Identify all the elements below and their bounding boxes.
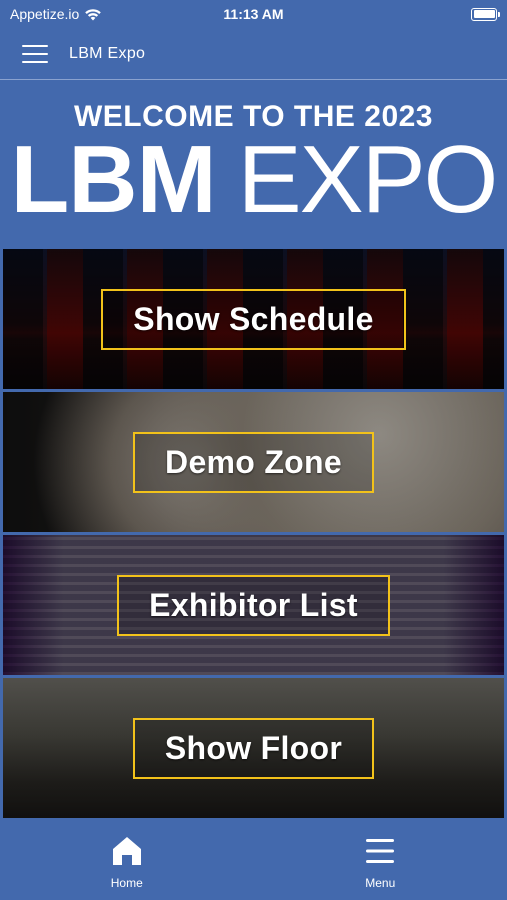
home-icon bbox=[112, 837, 141, 865]
tab-menu-label: Menu bbox=[365, 876, 396, 890]
tile-label: Show Floor bbox=[132, 717, 375, 779]
tile-demo-zone[interactable]: Demo Zone bbox=[3, 392, 504, 532]
bottom-tab-bar: Home Menu bbox=[0, 820, 507, 900]
wifi-icon bbox=[85, 8, 102, 20]
tile-exhibitor-list[interactable]: Exhibitor List bbox=[3, 535, 504, 675]
tab-home-label: Home bbox=[110, 876, 143, 890]
tile-label: Show Schedule bbox=[101, 288, 406, 350]
tab-home[interactable]: Home bbox=[67, 834, 187, 890]
tab-menu[interactable]: Menu bbox=[320, 834, 440, 890]
logo-lbm-text: LBM bbox=[10, 126, 217, 233]
feature-tiles: Show Schedule Demo Zone Exhibitor List S… bbox=[3, 249, 504, 821]
status-bar: Appetize.io 11:13 AM bbox=[0, 0, 507, 28]
battery-icon bbox=[471, 7, 500, 21]
expo-logo: LBM EXPO bbox=[0, 126, 507, 233]
hamburger-menu-icon[interactable] bbox=[22, 44, 48, 63]
welcome-banner: WELCOME TO THE 2023 LBM EXPO bbox=[0, 81, 507, 247]
tile-show-floor[interactable]: Show Floor bbox=[3, 678, 504, 818]
tile-show-schedule[interactable]: Show Schedule bbox=[3, 249, 504, 389]
status-left: Appetize.io bbox=[10, 6, 102, 22]
tile-label: Demo Zone bbox=[133, 431, 374, 493]
tile-label: Exhibitor List bbox=[117, 574, 390, 636]
menu-icon bbox=[366, 839, 395, 863]
carrier-label: Appetize.io bbox=[10, 6, 80, 22]
app-title: LBM Expo bbox=[69, 44, 146, 62]
app-header: LBM Expo bbox=[0, 28, 507, 80]
logo-expo-text: EXPO bbox=[237, 126, 499, 233]
